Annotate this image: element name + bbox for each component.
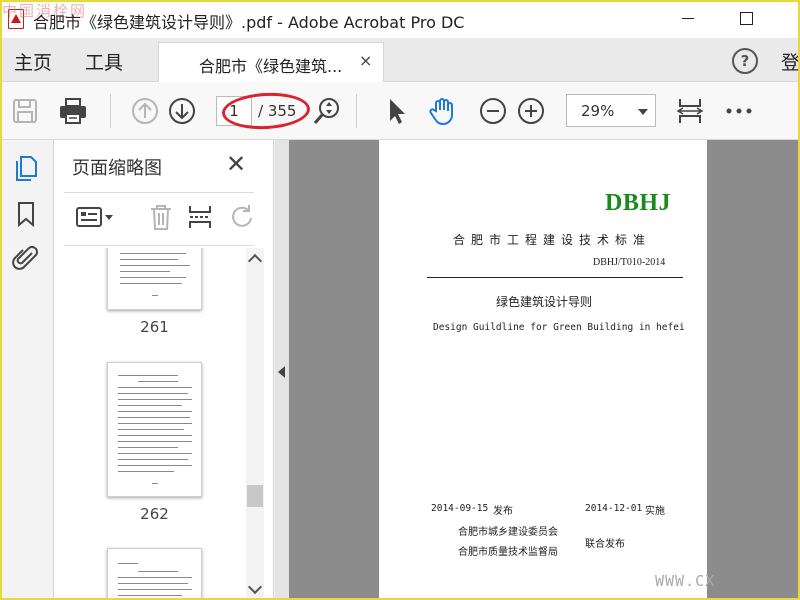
- standard-organization: 合肥市工程建设技术标准: [453, 233, 652, 247]
- watermark-bottom: WWW.CX: [655, 572, 716, 590]
- zoom-in-icon[interactable]: [516, 96, 546, 126]
- help-icon[interactable]: ?: [732, 48, 758, 74]
- implement-date: 2014-12-01: [585, 503, 643, 514]
- title-bar: 中国消栓网 合肥市《绿色建筑设计导则》.pdf - Adobe Acrobat …: [0, 0, 800, 38]
- select-cursor-icon[interactable]: [382, 96, 412, 126]
- home-tab[interactable]: 主页: [14, 48, 52, 75]
- header-rule: [427, 277, 683, 278]
- collapse-arrow-icon: [278, 366, 285, 378]
- save-icon[interactable]: [10, 96, 40, 126]
- more-options-icon[interactable]: [724, 96, 754, 126]
- panel-collapse-handle[interactable]: [275, 140, 289, 600]
- chevron-down-icon: [638, 109, 648, 115]
- zoom-out-icon[interactable]: [478, 96, 508, 126]
- implement-label: 实施: [645, 506, 665, 517]
- page-thumbnail[interactable]: [107, 362, 202, 497]
- thumbnail-list: 261 262: [54, 248, 244, 600]
- login-link[interactable]: 登: [781, 48, 800, 75]
- close-icon[interactable]: ✕: [226, 150, 246, 178]
- minimize-button[interactable]: [676, 6, 700, 30]
- extract-pages-icon[interactable]: [186, 202, 216, 232]
- panel-title: 页面缩略图: [72, 158, 162, 179]
- thumbnail-page-number: 262: [140, 505, 169, 523]
- standard-number: DBHJ/T010-2014: [593, 257, 666, 268]
- publish-label: 发布: [493, 506, 513, 517]
- page-thumbnail[interactable]: [107, 548, 202, 600]
- document-title-english: Design Guildline for Green Building in h…: [433, 322, 685, 333]
- panel-divider: [64, 245, 254, 246]
- maximize-button[interactable]: [734, 6, 758, 30]
- rotate-icon[interactable]: [228, 202, 258, 232]
- page-thumbnails-icon[interactable]: [12, 154, 40, 182]
- close-tab-icon[interactable]: ×: [359, 51, 372, 70]
- zoom-value: 29%: [581, 102, 615, 120]
- document-title-chinese: 绿色建筑设计导则: [496, 295, 593, 309]
- publish-date: 2014-09-15: [431, 503, 489, 514]
- previous-page-icon[interactable]: [130, 96, 160, 126]
- next-page-icon[interactable]: [167, 96, 197, 126]
- document-tab-label: 合肥市《绿色建筑...: [199, 57, 343, 76]
- window-title: 合肥市《绿色建筑设计导则》.pdf - Adobe Acrobat Pro DC: [33, 13, 465, 32]
- attachment-icon[interactable]: [12, 244, 40, 272]
- standard-code: DBHJ: [605, 190, 672, 216]
- left-navigation-rail: [0, 140, 54, 600]
- thumbnail-scrollbar[interactable]: [246, 248, 264, 600]
- thumbnail-page-number: 261: [140, 318, 169, 336]
- tools-tab[interactable]: 工具: [85, 48, 123, 75]
- bookmark-icon[interactable]: [12, 200, 40, 228]
- pdf-page: DBHJ 合肥市工程建设技术标准 DBHJ/T010-2014 绿色建筑设计导则…: [379, 140, 707, 600]
- toolbar-separator: [356, 94, 357, 128]
- hand-tool-icon[interactable]: [428, 96, 458, 126]
- menu-tab-row: 主页 工具 合肥市《绿色建筑... × ? 登: [0, 38, 800, 82]
- scrollbar-thumb[interactable]: [247, 485, 263, 507]
- page-thumbnails-panel: 页面缩略图 ✕ 261 262: [54, 140, 274, 600]
- page-thumbnail[interactable]: [107, 248, 202, 310]
- issuer-name: 合肥市质量技术监督局: [458, 547, 558, 558]
- document-tab[interactable]: 合肥市《绿色建筑... ×: [158, 42, 384, 82]
- zoom-dropdown[interactable]: 29%: [566, 94, 656, 127]
- main-toolbar: [0, 82, 800, 140]
- document-view[interactable]: DBHJ 合肥市工程建设技术标准 DBHJ/T010-2014 绿色建筑设计导则…: [289, 140, 800, 600]
- toolbar-separator: [110, 94, 111, 128]
- scroll-down-icon[interactable]: [247, 579, 263, 595]
- delete-icon[interactable]: [146, 202, 176, 232]
- panel-divider: [64, 192, 254, 193]
- fit-page-icon[interactable]: [675, 96, 705, 126]
- scroll-up-icon[interactable]: [247, 253, 263, 269]
- joint-publish-label: 联合发布: [585, 539, 625, 550]
- thumbnail-options-icon[interactable]: [74, 202, 116, 232]
- print-icon[interactable]: [58, 96, 88, 126]
- issuer-name: 合肥市城乡建设委员会: [458, 527, 558, 538]
- zoom-search-icon[interactable]: [312, 96, 342, 126]
